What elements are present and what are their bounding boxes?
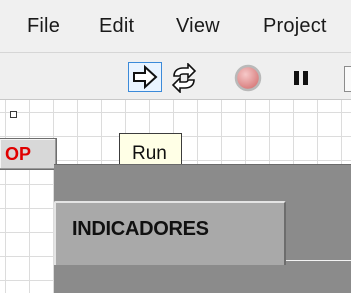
pause-icon bbox=[294, 71, 308, 85]
menu-view[interactable]: View bbox=[176, 15, 220, 38]
stop-button-label: OP bbox=[5, 144, 32, 164]
run-arrow-icon bbox=[133, 64, 158, 90]
menu-file[interactable]: File bbox=[27, 15, 60, 38]
run-button[interactable] bbox=[128, 62, 162, 92]
tab-indicadores[interactable]: INDICADORES bbox=[54, 201, 286, 265]
pause-button[interactable] bbox=[287, 63, 317, 93]
continuous-run-icon bbox=[171, 62, 197, 94]
menu-edit[interactable]: Edit bbox=[99, 15, 134, 38]
toolbar bbox=[0, 53, 351, 100]
text-settings-dropdown[interactable] bbox=[344, 66, 351, 92]
menu-bar: File Edit View Project bbox=[0, 0, 351, 53]
control-marker bbox=[10, 111, 17, 118]
run-continuously-button[interactable] bbox=[169, 62, 199, 94]
menu-project[interactable]: Project bbox=[263, 15, 327, 38]
stop-button[interactable]: OP bbox=[0, 138, 57, 170]
abort-icon bbox=[234, 64, 262, 92]
labview-window: File Edit View Project OP Run INDICADORE… bbox=[0, 0, 351, 293]
tooltip-text: Run bbox=[132, 143, 167, 164]
tab-divider bbox=[286, 260, 351, 261]
tab-label: INDICADORES bbox=[72, 218, 209, 240]
abort-button[interactable] bbox=[233, 63, 263, 93]
